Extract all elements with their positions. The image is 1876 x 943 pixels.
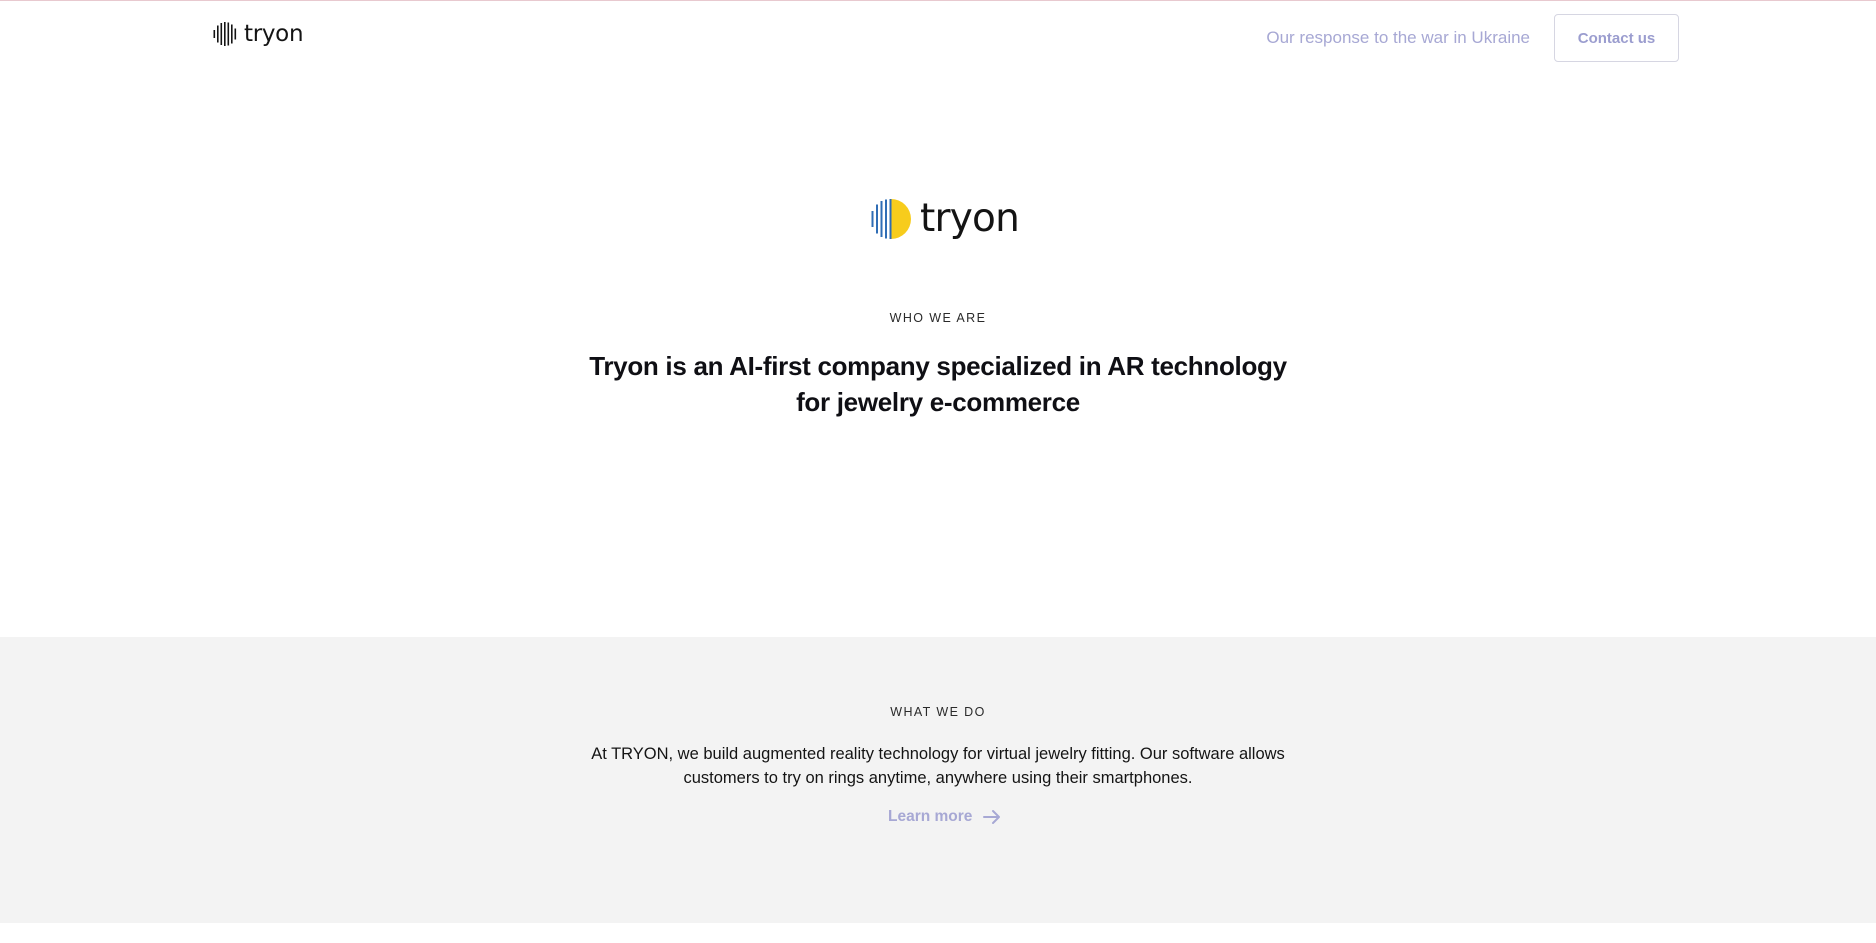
- learn-more-link[interactable]: Learn more: [888, 807, 1002, 827]
- contact-us-button[interactable]: Contact us: [1554, 14, 1679, 62]
- who-we-are-eyebrow: WHO WE ARE: [889, 311, 987, 325]
- what-we-do-eyebrow: WHAT WE DO: [890, 705, 986, 719]
- navbar: tryon Our response to the war in Ukraine…: [0, 1, 1876, 73]
- learn-more-label: Learn more: [888, 808, 973, 825]
- nav-brand-name: tryon: [244, 21, 304, 47]
- nav-logo-link[interactable]: tryon: [212, 21, 304, 47]
- what-we-do-section: WHAT WE DO At TRYON, we build augmented …: [0, 637, 1876, 923]
- hero-brand-name: tryon: [920, 196, 1020, 241]
- ukraine-response-link[interactable]: Our response to the war in Ukraine: [1266, 28, 1530, 48]
- who-we-are-section: tryon WHO WE ARE Tryon is an AI-first co…: [0, 73, 1876, 636]
- arrow-right-icon: [983, 810, 1001, 824]
- tryon-logo-ukraine-icon: [871, 198, 911, 239]
- tryon-logo-icon: [213, 22, 237, 46]
- hero-logo: tryon: [870, 196, 1020, 241]
- what-we-do-text: At TRYON, we build augmented reality tec…: [591, 745, 1285, 787]
- hero-title: Tryon is an AI-first company specialized…: [589, 351, 1287, 417]
